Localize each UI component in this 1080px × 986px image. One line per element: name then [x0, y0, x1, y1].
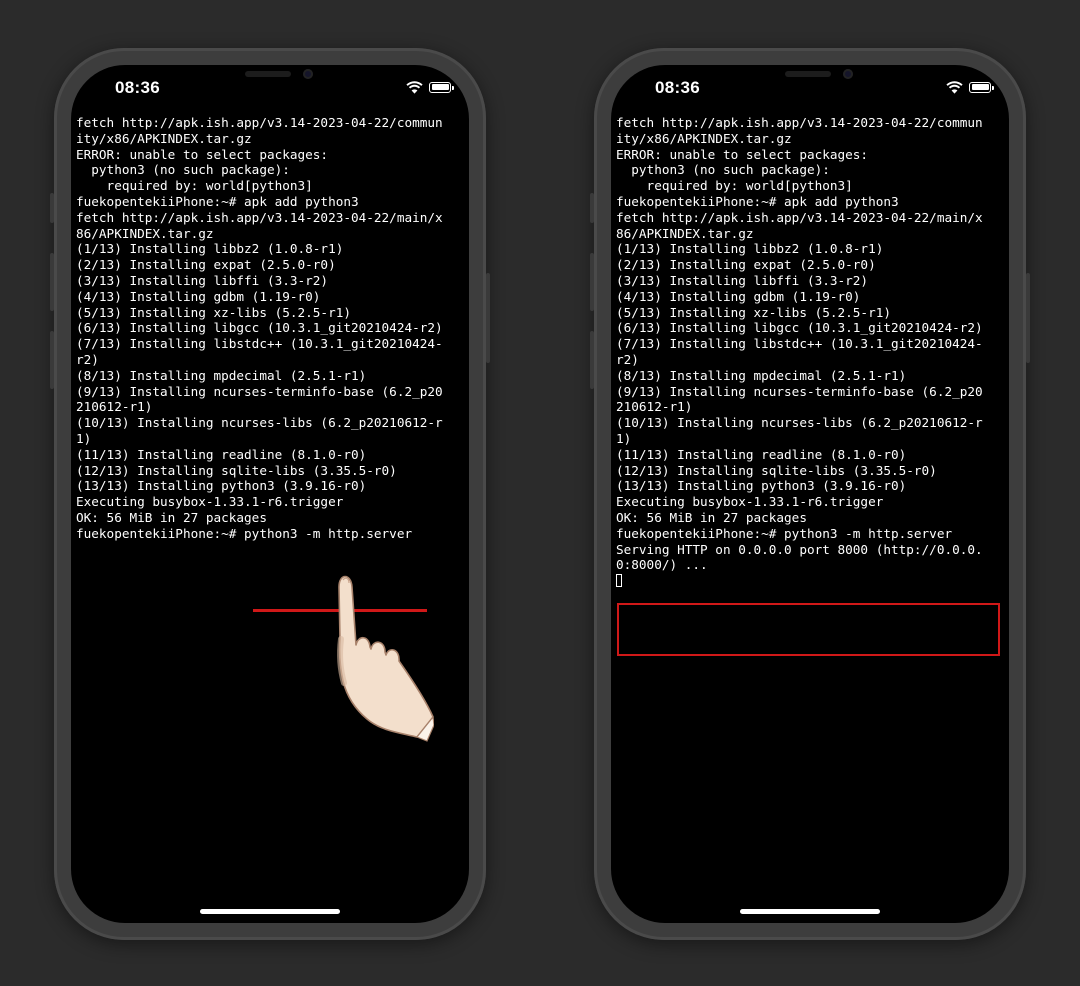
screen-right: 08:36 fetch http://apk.ish.app/v3.14-202…	[611, 65, 1009, 923]
terminal-line: fetch http://apk.ish.app/v3.14-2023-04-2…	[76, 209, 443, 225]
terminal-line: (8/13) Installing mpdecimal (2.5.1-r1)	[616, 367, 907, 383]
terminal-line: 1)	[76, 430, 92, 446]
terminal-line: (3/13) Installing libffi (3.3-r2)	[76, 272, 329, 288]
terminal-line: fetch http://apk.ish.app/v3.14-2023-04-2…	[616, 115, 983, 130]
mute-switch	[50, 193, 54, 223]
terminal-line: (11/13) Installing readline (8.1.0-r0)	[76, 446, 367, 462]
terminal-line: (5/13) Installing xz-libs (5.2.5-r1)	[76, 304, 351, 320]
status-time: 08:36	[655, 78, 700, 97]
volume-down-button	[50, 331, 54, 389]
server-output-line: 0:8000/) ...	[616, 557, 708, 573]
terminal-line: (1/13) Installing libbz2 (1.0.8-r1)	[76, 241, 344, 257]
terminal-command-line: fuekopentekiiPhone:~# python3 -m http.se…	[616, 525, 953, 541]
terminal-line: (4/13) Installing gdbm (1.19-r0)	[76, 288, 321, 304]
volume-down-button	[590, 331, 594, 389]
home-indicator[interactable]	[740, 909, 880, 914]
terminal-line: (8/13) Installing mpdecimal (2.5.1-r1)	[76, 367, 367, 383]
terminal-line: fetch http://apk.ish.app/v3.14-2023-04-2…	[76, 115, 443, 130]
home-indicator[interactable]	[200, 909, 340, 914]
terminal-line: (2/13) Installing expat (2.5.0-r0)	[616, 257, 876, 273]
terminal-line: python3 (no such package):	[76, 162, 290, 178]
terminal-command-line: fuekopentekiiPhone:~# python3 -m http.se…	[76, 525, 413, 541]
pointing-hand-icon	[337, 575, 434, 742]
terminal-line: (3/13) Installing libffi (3.3-r2)	[616, 272, 869, 288]
phone-left: 08:36 fetch http://apk.ish.app/v3.14-202…	[50, 48, 490, 940]
volume-up-button	[50, 253, 54, 311]
power-button	[486, 273, 490, 363]
terminal-line: OK: 56 MiB in 27 packages	[616, 509, 807, 525]
terminal-line: (1/13) Installing libbz2 (1.0.8-r1)	[616, 241, 884, 257]
server-output-line: Serving HTTP on 0.0.0.0 port 8000 (http:…	[616, 541, 983, 557]
status-icons	[406, 80, 454, 94]
phone-right: 08:36 fetch http://apk.ish.app/v3.14-202…	[590, 48, 1030, 940]
terminal-line: (9/13) Installing ncurses-terminfo-base …	[616, 383, 983, 399]
terminal-output[interactable]: fetch http://apk.ish.app/v3.14-2023-04-2…	[616, 115, 1008, 656]
terminal-line: python3 (no such package):	[616, 162, 830, 178]
volume-up-button	[590, 253, 594, 311]
status-icons	[946, 80, 994, 94]
terminal-line: (4/13) Installing gdbm (1.19-r0)	[616, 288, 861, 304]
terminal-line: 210612-r1)	[76, 399, 153, 415]
terminal-line: ERROR: unable to select packages:	[616, 146, 869, 162]
terminal-line: 1)	[616, 430, 632, 446]
terminal-line: (12/13) Installing sqlite-libs (3.35.5-r…	[616, 462, 937, 478]
power-button	[1026, 273, 1030, 363]
terminal-line: 86/APKINDEX.tar.gz	[616, 225, 754, 241]
camera	[843, 69, 853, 79]
terminal-line: (7/13) Installing libstdc++ (10.3.1_git2…	[616, 336, 983, 352]
terminal-line: Executing busybox-1.33.1-r6.trigger	[616, 494, 884, 510]
wifi-icon	[946, 80, 963, 94]
speaker	[245, 71, 291, 77]
terminal-line: required by: world[python3]	[616, 178, 853, 194]
terminal-line: (6/13) Installing libgcc (10.3.1_git2021…	[616, 320, 983, 336]
terminal-output[interactable]: fetch http://apk.ish.app/v3.14-2023-04-2…	[76, 115, 468, 612]
terminal-line: (5/13) Installing xz-libs (5.2.5-r1)	[616, 304, 891, 320]
battery-icon	[429, 81, 454, 93]
terminal-line: (10/13) Installing ncurses-libs (6.2_p20…	[616, 415, 983, 431]
terminal-line: Executing busybox-1.33.1-r6.trigger	[76, 494, 344, 510]
camera	[303, 69, 313, 79]
terminal-line: required by: world[python3]	[76, 178, 313, 194]
terminal-line: (12/13) Installing sqlite-libs (3.35.5-r…	[76, 462, 397, 478]
terminal-line: r2)	[616, 351, 639, 367]
terminal-line: fuekopentekiiPhone:~# apk add python3	[616, 193, 899, 209]
terminal-line: (13/13) Installing python3 (3.9.16-r0)	[616, 478, 907, 494]
terminal-line: OK: 56 MiB in 27 packages	[76, 509, 267, 525]
terminal-line: (13/13) Installing python3 (3.9.16-r0)	[76, 478, 367, 494]
terminal-cursor[interactable]	[616, 574, 622, 588]
terminal-line: ity/x86/APKINDEX.tar.gz	[76, 130, 252, 146]
terminal-line: (10/13) Installing ncurses-libs (6.2_p20…	[76, 415, 443, 431]
terminal-line: 210612-r1)	[616, 399, 693, 415]
mute-switch	[590, 193, 594, 223]
terminal-line: (2/13) Installing expat (2.5.0-r0)	[76, 257, 336, 273]
terminal-line: (6/13) Installing libgcc (10.3.1_git2021…	[76, 320, 443, 336]
terminal-line: fuekopentekiiPhone:~# apk add python3	[76, 193, 359, 209]
status-time: 08:36	[115, 78, 160, 97]
cursor-line	[616, 573, 1008, 589]
terminal-line: ity/x86/APKINDEX.tar.gz	[616, 130, 792, 146]
battery-icon	[969, 81, 994, 93]
speaker	[785, 71, 831, 77]
wifi-icon	[406, 80, 423, 94]
terminal-line: r2)	[76, 351, 99, 367]
terminal-line: ERROR: unable to select packages:	[76, 146, 329, 162]
server-output-highlight	[617, 603, 1000, 656]
terminal-line: (7/13) Installing libstdc++ (10.3.1_git2…	[76, 336, 443, 352]
terminal-line: fetch http://apk.ish.app/v3.14-2023-04-2…	[616, 209, 983, 225]
terminal-line: (11/13) Installing readline (8.1.0-r0)	[616, 446, 907, 462]
terminal-line: 86/APKINDEX.tar.gz	[76, 225, 214, 241]
screen-left: 08:36 fetch http://apk.ish.app/v3.14-202…	[71, 65, 469, 923]
terminal-line: (9/13) Installing ncurses-terminfo-base …	[76, 383, 443, 399]
